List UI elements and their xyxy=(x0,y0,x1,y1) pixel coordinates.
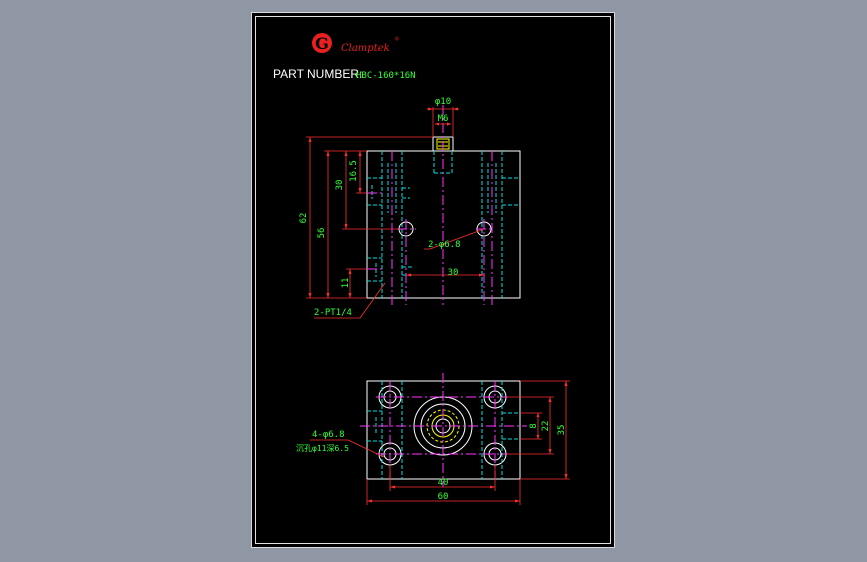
dim-30-horizontal: 30 xyxy=(448,268,459,278)
drawing-sheet: G Clamptek ® PART NUMBER: HBC-160*16N φ1… xyxy=(251,12,615,548)
registered-mark: ® xyxy=(395,36,399,43)
left-port-hidden xyxy=(367,151,412,298)
bottom-view: 40 60 35 22 8 4-φ6.8 沉孔φ11深6.5 xyxy=(296,373,570,505)
dim-62: 62 xyxy=(299,213,309,224)
dim-phi10: φ10 xyxy=(435,97,451,107)
dim-35: 35 xyxy=(557,425,567,436)
dim-4-phi6-8: 4-φ6.8 xyxy=(312,430,345,440)
dim-16-5: 16.5 xyxy=(349,160,359,182)
dim-2-pt1-4: 2-PT1/4 xyxy=(314,308,352,318)
dim-m6: M6 xyxy=(438,114,449,124)
clamptek-logo: G Clamptek ® xyxy=(312,33,399,54)
front-dimensions xyxy=(306,107,485,319)
dim-40: 40 xyxy=(438,478,449,488)
cad-drawing: G Clamptek ® PART NUMBER: HBC-160*16N φ1… xyxy=(273,33,570,505)
dim-counterbore: 沉孔φ11深6.5 xyxy=(296,444,349,453)
dim-2-phi6-8: 2-φ6.8 xyxy=(428,240,461,250)
logo-name: Clamptek xyxy=(341,43,390,54)
right-port-hidden xyxy=(481,151,520,298)
dim-11: 11 xyxy=(341,278,351,289)
dim-8: 8 xyxy=(529,423,539,428)
dim-56: 56 xyxy=(317,228,327,239)
part-number-value: HBC-160*16N xyxy=(356,71,416,81)
dim-22: 22 xyxy=(541,421,551,432)
front-view: φ10 M6 62 56 30 16.5 11 2-φ6.8 30 2-PT1/… xyxy=(299,97,521,319)
dim-30-vertical: 30 xyxy=(335,180,345,191)
part-number-label: PART NUMBER: xyxy=(273,67,362,81)
logo-mark: G xyxy=(315,34,329,53)
dim-60: 60 xyxy=(438,492,449,502)
